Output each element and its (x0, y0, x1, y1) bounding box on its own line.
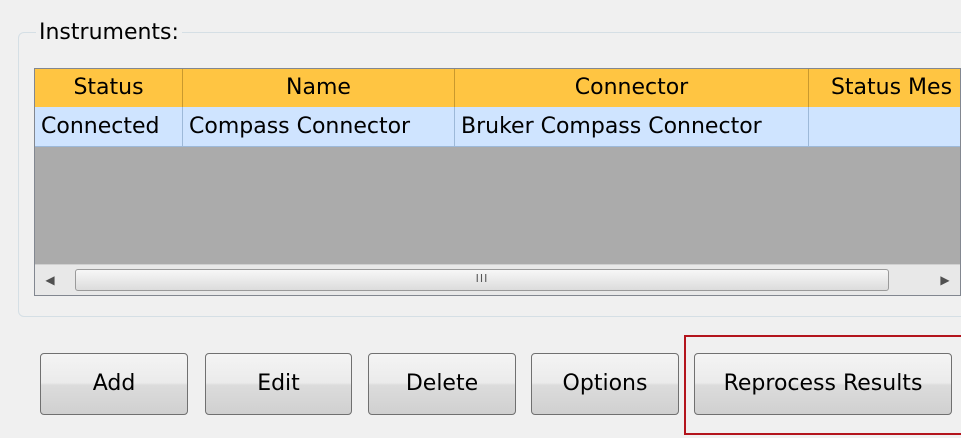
arrow-right-icon[interactable]: ▶ (930, 265, 960, 295)
column-header-status[interactable]: Status (35, 69, 183, 107)
instruments-grid[interactable]: Status Name Connector Status Mes Connect… (34, 68, 961, 296)
add-button[interactable]: Add (40, 353, 188, 415)
column-header-connector[interactable]: Connector (455, 69, 809, 107)
arrow-left-icon[interactable]: ◀ (35, 265, 65, 295)
cell-status-message[interactable] (809, 107, 960, 146)
grid-header: Status Name Connector Status Mes (35, 69, 960, 108)
highlight-box (684, 335, 961, 435)
horizontal-scrollbar[interactable]: ◀ III ▶ (35, 264, 960, 295)
cell-status[interactable]: Connected (35, 107, 183, 146)
options-button[interactable]: Options (531, 353, 679, 415)
edit-button[interactable]: Edit (205, 353, 352, 415)
delete-button[interactable]: Delete (368, 353, 516, 415)
cell-name[interactable]: Compass Connector (183, 107, 455, 146)
scrollbar-thumb[interactable]: III (75, 269, 889, 291)
instruments-group-label: Instruments: (36, 20, 182, 46)
column-header-name[interactable]: Name (183, 69, 455, 107)
table-row[interactable]: Connected Compass Connector Bruker Compa… (35, 107, 960, 147)
column-header-status-message[interactable]: Status Mes (809, 69, 960, 107)
cell-connector[interactable]: Bruker Compass Connector (455, 107, 809, 146)
